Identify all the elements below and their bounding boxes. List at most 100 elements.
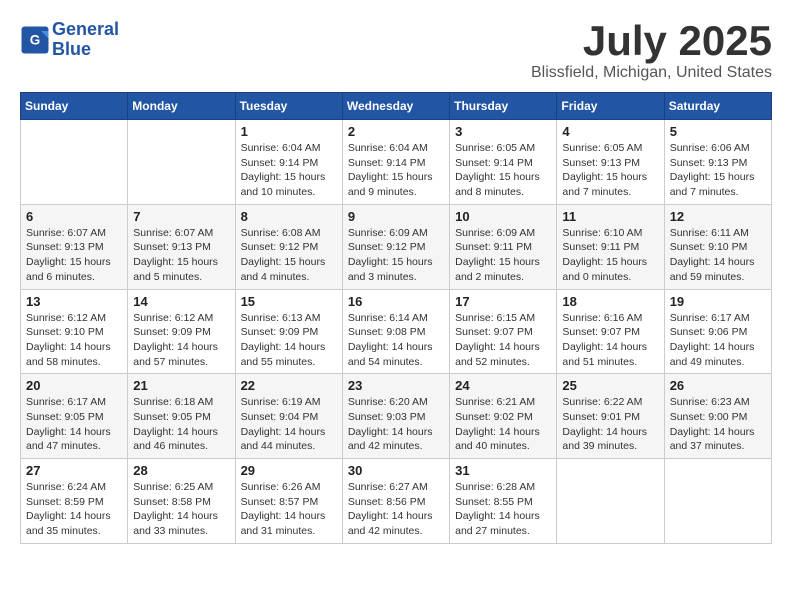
day-info: Sunrise: 6:19 AMSunset: 9:04 PMDaylight:…	[241, 395, 337, 454]
weekday-header-cell: Saturday	[664, 93, 771, 120]
calendar-cell: 2Sunrise: 6:04 AMSunset: 9:14 PMDaylight…	[342, 120, 449, 205]
month-title: July 2025	[531, 20, 772, 62]
weekday-header-cell: Friday	[557, 93, 664, 120]
weekday-header-cell: Sunday	[21, 93, 128, 120]
calendar-cell: 25Sunrise: 6:22 AMSunset: 9:01 PMDayligh…	[557, 374, 664, 459]
day-info: Sunrise: 6:17 AMSunset: 9:05 PMDaylight:…	[26, 395, 122, 454]
calendar-cell: 17Sunrise: 6:15 AMSunset: 9:07 PMDayligh…	[450, 289, 557, 374]
calendar-cell: 15Sunrise: 6:13 AMSunset: 9:09 PMDayligh…	[235, 289, 342, 374]
calendar-cell: 30Sunrise: 6:27 AMSunset: 8:56 PMDayligh…	[342, 459, 449, 544]
day-info: Sunrise: 6:20 AMSunset: 9:03 PMDaylight:…	[348, 395, 444, 454]
calendar-cell: 4 Sunrise: 6:05 AMSunset: 9:13 PMDaylight…	[557, 120, 664, 205]
day-number: 31	[455, 463, 551, 478]
day-info: Sunrise: 6:10 AMSunset: 9:11 PMDaylight:…	[562, 226, 658, 285]
day-number: 11	[562, 209, 658, 224]
day-info: Sunrise: 6:14 AMSunset: 9:08 PMDaylight:…	[348, 311, 444, 370]
weekday-header-cell: Wednesday	[342, 93, 449, 120]
day-number: 23	[348, 378, 444, 393]
day-number: 19	[670, 294, 766, 309]
day-number: 10	[455, 209, 551, 224]
calendar-cell	[664, 459, 771, 544]
calendar-body: 1Sunrise: 6:04 AMSunset: 9:14 PMDaylight…	[21, 120, 772, 544]
day-info: Sunrise: 6:17 AMSunset: 9:06 PMDaylight:…	[670, 311, 766, 370]
day-number: 15	[241, 294, 337, 309]
calendar-cell: 16 Sunrise: 6:14 AMSunset: 9:08 PMDayligh…	[342, 289, 449, 374]
day-number: 3	[455, 124, 551, 139]
day-number: 4	[562, 124, 658, 139]
day-info: Sunrise: 6:05 AMSunset: 9:13 PMDaylight:…	[562, 141, 658, 200]
day-number: 25	[562, 378, 658, 393]
weekday-header-cell: Monday	[128, 93, 235, 120]
day-info: Sunrise: 6:25 AMSunset: 8:58 PMDaylight:…	[133, 480, 229, 539]
calendar-cell: 6Sunrise: 6:07 AMSunset: 9:13 PMDaylight…	[21, 204, 128, 289]
day-info: Sunrise: 6:12 AMSunset: 9:09 PMDaylight:…	[133, 311, 229, 370]
day-number: 2	[348, 124, 444, 139]
logo-line1: General	[52, 19, 119, 39]
calendar-week-row: 20 Sunrise: 6:17 AMSunset: 9:05 PMDayligh…	[21, 374, 772, 459]
calendar-cell: 22 Sunrise: 6:19 AMSunset: 9:04 PMDayligh…	[235, 374, 342, 459]
calendar-cell: 10Sunrise: 6:09 AMSunset: 9:11 PMDayligh…	[450, 204, 557, 289]
day-number: 1	[241, 124, 337, 139]
calendar-cell: 1Sunrise: 6:04 AMSunset: 9:14 PMDaylight…	[235, 120, 342, 205]
calendar-cell	[128, 120, 235, 205]
calendar-cell: 3Sunrise: 6:05 AMSunset: 9:14 PMDaylight…	[450, 120, 557, 205]
calendar-cell	[557, 459, 664, 544]
day-number: 13	[26, 294, 122, 309]
calendar-table: SundayMondayTuesdayWednesdayThursdayFrid…	[20, 92, 772, 544]
day-number: 22	[241, 378, 337, 393]
calendar-cell: 31 Sunrise: 6:28 AMSunset: 8:55 PMDayligh…	[450, 459, 557, 544]
calendar-cell: 23 Sunrise: 6:20 AMSunset: 9:03 PMDayligh…	[342, 374, 449, 459]
calendar-cell: 29 Sunrise: 6:26 AMSunset: 8:57 PMDayligh…	[235, 459, 342, 544]
day-number: 26	[670, 378, 766, 393]
calendar-cell: 7 Sunrise: 6:07 AMSunset: 9:13 PMDaylight…	[128, 204, 235, 289]
day-number: 5	[670, 124, 766, 139]
weekday-header-cell: Tuesday	[235, 93, 342, 120]
calendar-cell: 27 Sunrise: 6:24 AMSunset: 8:59 PMDayligh…	[21, 459, 128, 544]
day-number: 28	[133, 463, 229, 478]
day-info: Sunrise: 6:21 AMSunset: 9:02 PMDaylight:…	[455, 395, 551, 454]
calendar-cell: 18 Sunrise: 6:16 AMSunset: 9:07 PMDayligh…	[557, 289, 664, 374]
day-info: Sunrise: 6:12 AMSunset: 9:10 PMDaylight:…	[26, 311, 122, 370]
day-info: Sunrise: 6:08 AMSunset: 9:12 PMDaylight:…	[241, 226, 337, 285]
day-number: 29	[241, 463, 337, 478]
calendar-cell: 24Sunrise: 6:21 AMSunset: 9:02 PMDayligh…	[450, 374, 557, 459]
day-number: 12	[670, 209, 766, 224]
calendar-cell: 19 Sunrise: 6:17 AMSunset: 9:06 PMDayligh…	[664, 289, 771, 374]
day-number: 16	[348, 294, 444, 309]
logo-text: General Blue	[52, 20, 119, 60]
day-info: Sunrise: 6:09 AMSunset: 9:12 PMDaylight:…	[348, 226, 444, 285]
calendar-cell: 12 Sunrise: 6:11 AMSunset: 9:10 PMDayligh…	[664, 204, 771, 289]
day-number: 17	[455, 294, 551, 309]
day-number: 7	[133, 209, 229, 224]
calendar-week-row: 13 Sunrise: 6:12 AMSunset: 9:10 PMDayligh…	[21, 289, 772, 374]
logo-icon: G	[20, 25, 50, 55]
svg-text:G: G	[30, 32, 41, 47]
calendar-cell: 13 Sunrise: 6:12 AMSunset: 9:10 PMDayligh…	[21, 289, 128, 374]
calendar-cell: 26Sunrise: 6:23 AMSunset: 9:00 PMDayligh…	[664, 374, 771, 459]
day-number: 20	[26, 378, 122, 393]
day-number: 8	[241, 209, 337, 224]
day-number: 18	[562, 294, 658, 309]
day-info: Sunrise: 6:28 AMSunset: 8:55 PMDaylight:…	[455, 480, 551, 539]
day-info: Sunrise: 6:24 AMSunset: 8:59 PMDaylight:…	[26, 480, 122, 539]
day-info: Sunrise: 6:27 AMSunset: 8:56 PMDaylight:…	[348, 480, 444, 539]
day-number: 21	[133, 378, 229, 393]
day-number: 14	[133, 294, 229, 309]
logo-line2: Blue	[52, 39, 91, 59]
calendar-cell: 11 Sunrise: 6:10 AMSunset: 9:11 PMDayligh…	[557, 204, 664, 289]
title-area: July 2025 Blissfield, Michigan, United S…	[531, 20, 772, 82]
calendar-cell: 20 Sunrise: 6:17 AMSunset: 9:05 PMDayligh…	[21, 374, 128, 459]
day-info: Sunrise: 6:16 AMSunset: 9:07 PMDaylight:…	[562, 311, 658, 370]
day-info: Sunrise: 6:26 AMSunset: 8:57 PMDaylight:…	[241, 480, 337, 539]
day-info: Sunrise: 6:11 AMSunset: 9:10 PMDaylight:…	[670, 226, 766, 285]
calendar-week-row: 27 Sunrise: 6:24 AMSunset: 8:59 PMDayligh…	[21, 459, 772, 544]
day-info: Sunrise: 6:07 AMSunset: 9:13 PMDaylight:…	[133, 226, 229, 285]
calendar-cell: 14 Sunrise: 6:12 AMSunset: 9:09 PMDayligh…	[128, 289, 235, 374]
location: Blissfield, Michigan, United States	[531, 64, 772, 82]
page-header: G General Blue July 2025 Blissfield, Mic…	[20, 20, 772, 82]
day-number: 27	[26, 463, 122, 478]
day-number: 9	[348, 209, 444, 224]
day-info: Sunrise: 6:07 AMSunset: 9:13 PMDaylight:…	[26, 226, 122, 285]
calendar-cell: 8 Sunrise: 6:08 AMSunset: 9:12 PMDaylight…	[235, 204, 342, 289]
calendar-week-row: 1Sunrise: 6:04 AMSunset: 9:14 PMDaylight…	[21, 120, 772, 205]
